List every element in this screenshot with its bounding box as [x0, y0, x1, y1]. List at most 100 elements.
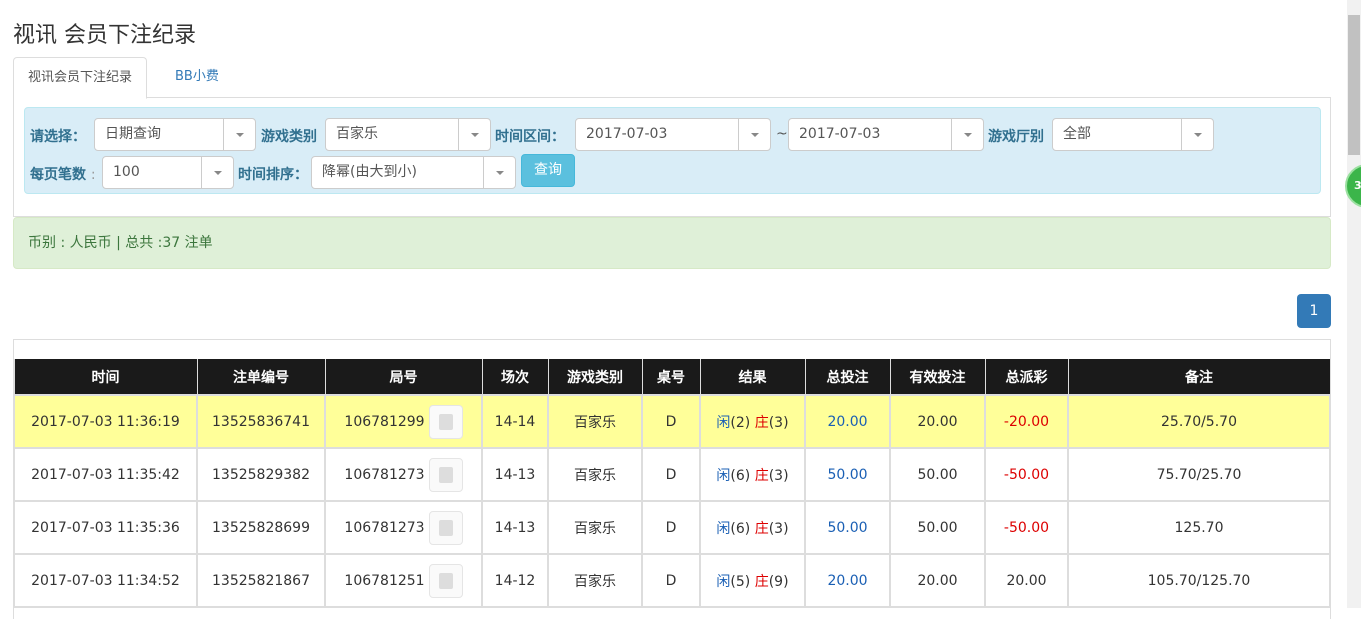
chevron-down-icon [223, 119, 255, 150]
cell-session-text: 14-14 [494, 413, 536, 430]
cell-bet-id: 13525829382 [196, 447, 326, 502]
video-replay-icon[interactable] [428, 563, 463, 598]
column-header: 有效投注 [889, 359, 986, 396]
cell-result: 闲(2) 庄(3) [699, 394, 806, 449]
filter-form: 请选择： 日期查询 游戏类别 百家乐 时间区间： 2017-07-03 ~ 20… [24, 107, 1321, 194]
table-row: 2017-07-03 11:36:19 13525836741 106781299 1… [13, 394, 1331, 449]
cell-table: D [641, 394, 701, 449]
cell-game-text: 百家乐 [574, 467, 616, 484]
sort-select[interactable]: 降幂(由大到小) [311, 156, 516, 189]
cell-bet-id: 13525836741 [196, 394, 326, 449]
cell-payout: 20.00 [984, 553, 1069, 608]
cell-time: 2017-07-03 11:34:52 [13, 553, 198, 608]
table-row: 2017-07-03 11:34:52 13525821867 106781251 1… [13, 553, 1331, 608]
game-type-select[interactable]: 百家乐 [325, 118, 491, 151]
cell-total-bet: 50.00 [804, 500, 891, 555]
filter-panel: 请选择： 日期查询 游戏类别 百家乐 时间区间： 2017-07-03 ~ 20… [13, 97, 1331, 217]
round-number: 106781273 [344, 466, 425, 483]
per-page-select[interactable]: 100 [102, 156, 234, 189]
cell-session: 14-13 [481, 500, 549, 555]
player-score: (6) [730, 520, 751, 537]
per-page-text: 每页笔数 [30, 167, 86, 183]
cell-game: 百家乐 [547, 394, 643, 449]
cell-time-text: 2017-07-03 11:35:42 [31, 466, 180, 483]
cell-valid-bet-text: 20.00 [917, 572, 958, 589]
cell-total-bet: 20.00 [804, 553, 891, 608]
cell-table-text: D [665, 572, 677, 589]
cell-round: 106781273 [324, 447, 483, 502]
cell-note: 125.70 [1067, 500, 1331, 555]
cell-bet-id-text: 13525821867 [212, 572, 310, 589]
cell-valid-bet: 20.00 [889, 553, 986, 608]
page-title: 视讯 会员下注纪录 [13, 23, 196, 48]
round-number: 106781251 [344, 572, 425, 589]
player-label: 闲 [716, 573, 731, 590]
banker-score: (3) [768, 414, 789, 431]
time-range-label: 时间区间： [495, 129, 565, 145]
cell-note-text: 125.70 [1174, 519, 1224, 536]
cell-note: 75.70/25.70 [1067, 447, 1331, 502]
player-label: 闲 [716, 467, 731, 484]
table-header-row: 时间 注单编号 局号 场次 游戏类别 桌号 结果 总投注 有效投注 总派彩 备注 [13, 359, 1331, 396]
cell-payout: -50.00 [984, 447, 1069, 502]
player-score: (2) [730, 414, 751, 431]
banker-label: 庄 [754, 467, 769, 484]
cell-table: D [641, 553, 701, 608]
player-label: 闲 [716, 520, 731, 537]
sort-value: 降幂(由大到小) [322, 164, 417, 180]
cell-time: 2017-07-03 11:36:19 [13, 394, 198, 449]
cell-bet-id-text: 13525836741 [212, 413, 310, 430]
cell-session-text: 14-13 [494, 519, 536, 536]
column-header: 结果 [699, 359, 806, 396]
round-number: 106781273 [344, 519, 425, 536]
cell-session: 14-12 [481, 553, 549, 608]
cell-bet-id: 13525821867 [196, 553, 326, 608]
cell-table: D [641, 447, 701, 502]
query-button[interactable]: 查询 [521, 154, 575, 187]
cell-game: 百家乐 [547, 500, 643, 555]
hall-value: 全部 [1063, 126, 1091, 142]
cell-session-text: 14-13 [494, 466, 536, 483]
tab-bet-records[interactable]: 视讯会员下注纪录 [13, 57, 148, 99]
start-date-value: 2017-07-03 [586, 126, 668, 142]
video-replay-icon[interactable] [428, 457, 463, 492]
cell-total-bet: 20.00 [804, 394, 891, 449]
start-date-select[interactable]: 2017-07-03 [575, 118, 771, 151]
video-replay-icon[interactable] [428, 510, 463, 545]
player-score: (5) [730, 573, 751, 590]
query-type-select[interactable]: 日期查询 [94, 118, 256, 151]
round-number: 106781299 [344, 413, 425, 430]
column-header: 游戏类别 [547, 359, 643, 396]
tab-bb-tips[interactable]: BB小费 [161, 57, 233, 99]
records-table-wrapper: 时间 注单编号 局号 场次 游戏类别 桌号 结果 总投注 有效投注 总派彩 备注 2017-07-0… [13, 339, 1331, 619]
column-header: 总派彩 [984, 359, 1069, 396]
cell-total-bet-text: 50.00 [827, 466, 868, 483]
page-1-button[interactable]: 1 [1297, 294, 1331, 328]
video-replay-icon[interactable] [428, 404, 463, 439]
cell-bet-id-text: 13525829382 [212, 466, 310, 483]
end-date-select[interactable]: 2017-07-03 [788, 118, 984, 151]
range-separator: ~ [776, 126, 788, 142]
per-page-label: 每页笔数 : [30, 164, 96, 184]
cell-time: 2017-07-03 11:35:42 [13, 447, 198, 502]
cell-payout-text: 20.00 [1006, 572, 1047, 589]
cell-valid-bet: 50.00 [889, 500, 986, 555]
select-label: 请选择： [30, 129, 86, 145]
cell-note-text: 25.70/5.70 [1161, 413, 1237, 430]
per-page-value: 100 [113, 164, 140, 180]
cell-result: 闲(5) 庄(9) [699, 553, 806, 608]
cell-time-text: 2017-07-03 11:36:19 [31, 413, 180, 430]
cell-bet-id: 13525828699 [196, 500, 326, 555]
cell-payout: -50.00 [984, 500, 1069, 555]
scrollbar[interactable] [1347, 0, 1361, 608]
scrollbar-thumb[interactable] [1348, 15, 1360, 155]
table-row: 2017-07-03 11:35:42 13525829382 106781273 1… [13, 447, 1331, 502]
chevron-down-icon [458, 119, 490, 150]
banker-label: 庄 [754, 414, 769, 431]
banker-label: 庄 [754, 520, 769, 537]
end-date-value: 2017-07-03 [799, 126, 881, 142]
cell-time-text: 2017-07-03 11:34:52 [31, 572, 180, 589]
game-type-label: 游戏类别 [261, 129, 317, 145]
hall-select[interactable]: 全部 [1052, 118, 1214, 151]
player-label: 闲 [716, 414, 731, 431]
